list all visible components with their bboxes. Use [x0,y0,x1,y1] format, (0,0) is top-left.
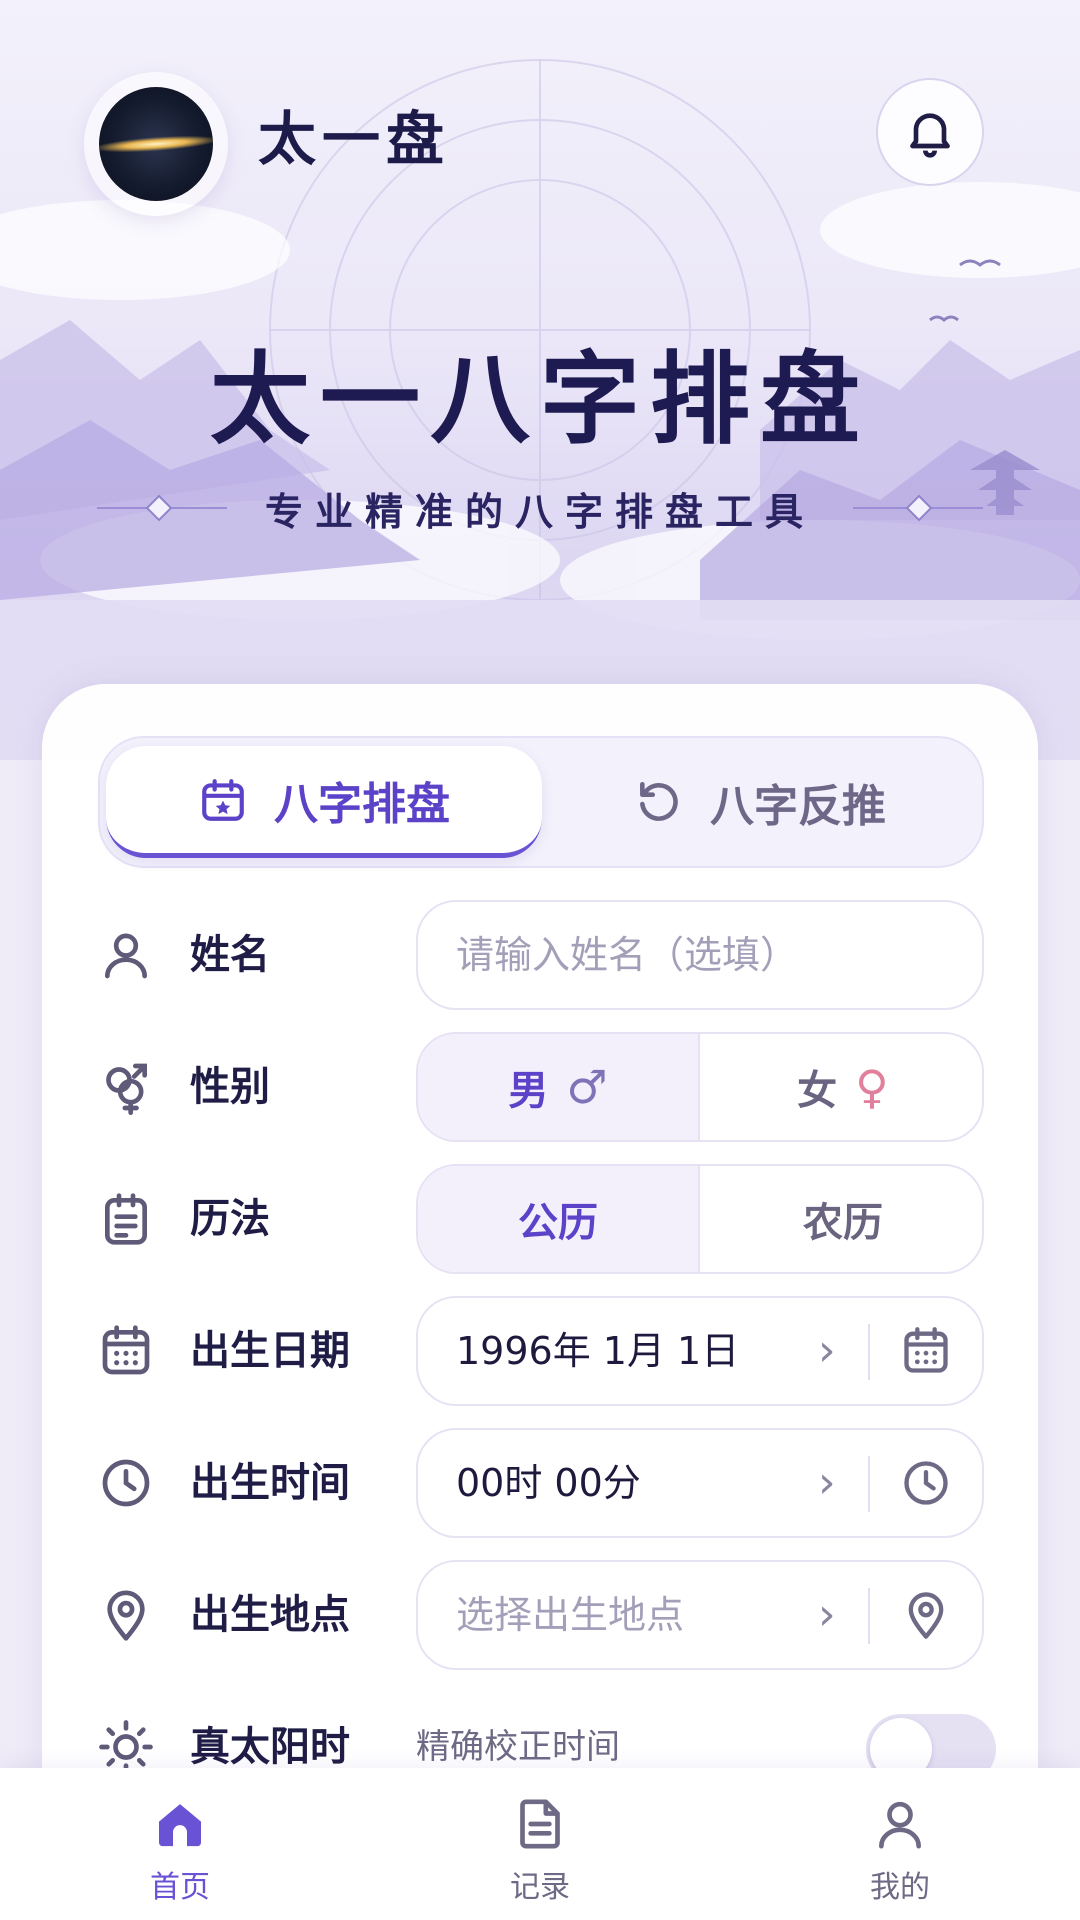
chevron-right-icon: › [818,1325,836,1376]
birth-place-label: 出生地点 [190,1592,350,1638]
clock-picker-icon[interactable] [900,1457,952,1509]
rotate-ccw-icon [640,782,678,821]
field-divider [868,1324,870,1380]
birth-date-value: 1996年 1月 1日 [456,1329,740,1373]
profile-icon [879,1801,921,1849]
nav-profile-label: 我的 [870,1870,930,1905]
tab-bazi-chart-label: 八字排盘 [274,778,450,830]
name-input[interactable]: 请输入姓名（选填） [416,900,984,1010]
document-icon [520,1799,560,1849]
tab-bazi-reverse[interactable]: 八字反推 [542,746,978,858]
location-picker-icon[interactable] [900,1589,952,1641]
birth-date-label: 出生日期 [190,1328,350,1374]
tab-bazi-reverse-label: 八字反推 [710,781,886,832]
nav-profile[interactable]: 我的 [800,1768,1000,1920]
nav-records-label: 记录 [510,1870,570,1905]
gender-row: 性别 男 ♂ 女 ♀ [98,1032,984,1142]
calendar-solar-label: 公历 [518,1200,598,1246]
birth-time-picker[interactable]: 00时 00分 › [416,1428,984,1538]
bottom-navigation: 首页 记录 我的 [0,1768,1080,1920]
nav-home[interactable]: 首页 [80,1768,280,1920]
gender-female-label: 女 [797,1068,838,1114]
user-icon [105,933,148,979]
gender-selector: 男 ♂ 女 ♀ [416,1032,984,1142]
birth-place-row: 出生地点 选择出生地点 › [98,1560,984,1670]
bazi-form-card: 八字排盘 八字反推 姓名 请输入姓名（选填） 性别 男 ♂ 女 ♀ 历法 公历 … [42,684,1038,1920]
name-row: 姓名 请输入姓名（选填） [98,900,984,1010]
calendar-type-selector: 公历 农历 [416,1164,984,1274]
clipboard-list-icon [105,1193,147,1245]
calendar-icon [102,1325,150,1375]
hero-title: 太一八字排盘 [210,340,870,458]
field-divider [868,1456,870,1512]
chevron-right-icon: › [818,1589,836,1640]
birth-time-label: 出生时间 [190,1460,350,1506]
bell-icon [910,113,950,158]
home-icon [159,1804,201,1847]
hero-subtitle-row: 专业精准的八字排盘工具 [0,478,1080,538]
mode-tabs: 八字排盘 八字反推 [98,736,984,868]
hero-subtitle: 专业精准的八字排盘工具 [264,488,815,534]
nav-records[interactable]: 记录 [440,1768,640,1920]
gender-icon [106,1063,148,1115]
gender-label: 性别 [190,1064,270,1110]
name-placeholder: 请输入姓名（选填） [456,933,799,977]
name-label: 姓名 [190,932,270,978]
female-symbol-icon: ♀ [855,1060,889,1114]
calendar-picker-icon[interactable] [900,1325,952,1377]
nav-home-label: 首页 [150,1870,210,1905]
notification-button[interactable] [876,78,984,186]
birth-date-row: 出生日期 1996年 1月 1日 › [98,1296,984,1406]
cosmic-logo-icon [99,87,213,201]
app-name: 太一盘 [258,105,451,173]
birth-time-value: 00时 00分 [456,1461,641,1505]
left-diamond-ornament [96,488,227,528]
birth-place-picker[interactable]: 选择出生地点 › [416,1560,984,1670]
right-diamond-ornament [853,488,983,528]
field-divider [868,1588,870,1644]
gender-option-male[interactable]: 男 ♂ [418,1034,700,1140]
sun-icon [99,1720,153,1774]
gender-male-label: 男 [508,1068,549,1114]
gender-option-female[interactable]: 女 ♀ [702,1034,982,1140]
app-logo[interactable] [84,72,228,216]
tab-bazi-chart[interactable]: 八字排盘 [106,746,542,858]
calendar-lunar-label: 农历 [803,1200,883,1246]
birth-place-placeholder: 选择出生地点 [456,1593,685,1637]
calendar-star-icon [202,778,244,821]
calendar-option-solar[interactable]: 公历 [418,1166,700,1272]
calendar-option-lunar[interactable]: 农历 [702,1166,982,1272]
clock-icon [102,1459,150,1507]
calendar-type-row: 历法 公历 农历 [98,1164,984,1274]
chevron-right-icon: › [818,1457,836,1508]
map-pin-icon [107,1590,145,1641]
birth-date-picker[interactable]: 1996年 1月 1日 › [416,1296,984,1406]
birth-time-row: 出生时间 00时 00分 › [98,1428,984,1538]
calendar-type-label: 历法 [190,1196,270,1242]
male-symbol-icon: ♂ [566,1060,608,1114]
